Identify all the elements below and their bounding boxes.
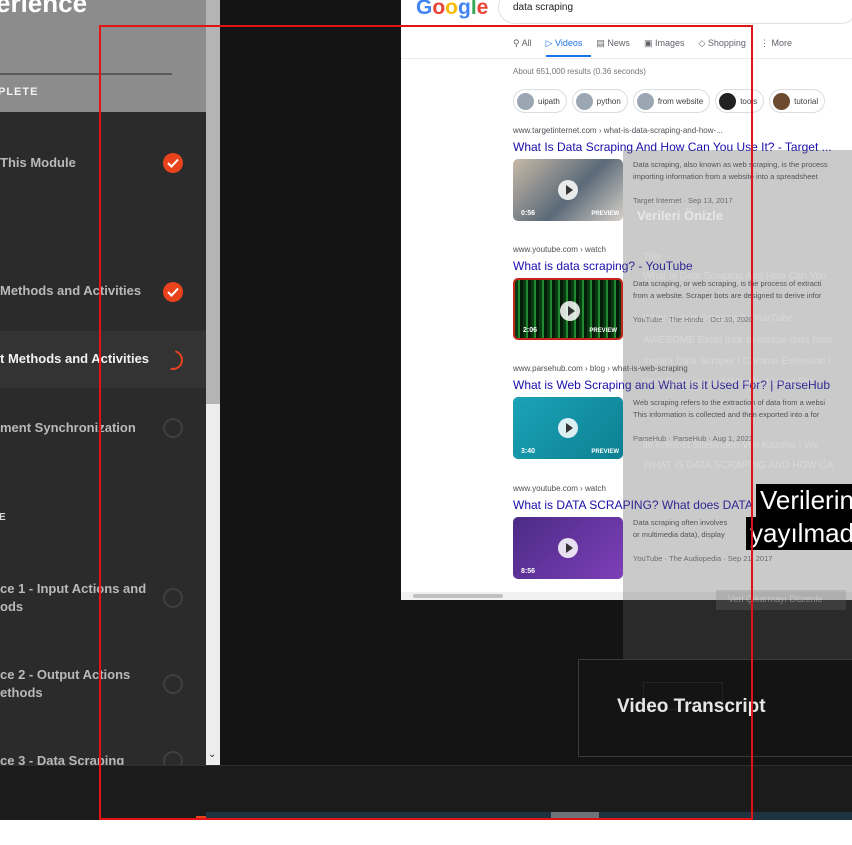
subtitle-line-1: Verilerin [756, 484, 852, 517]
lesson-label: This Module [0, 155, 76, 170]
tab-more: ⋮ More [759, 38, 792, 48]
search-query: data scraping [513, 2, 574, 13]
chip: tutorial [769, 89, 826, 113]
google-logo: Google [416, 0, 489, 19]
progress-label: PLETE [0, 86, 39, 98]
lesson-label-line2: ods [0, 599, 24, 614]
chip-thumbnail [773, 92, 791, 110]
course-title: erience [0, 0, 88, 18]
search-box: data scraping [498, 0, 852, 24]
subtitle-line-2: yayılmad [746, 517, 852, 550]
video-subtitle: Verilerin yayılmad [746, 484, 852, 550]
screen: erience PLETE This Module Methods and Ac… [0, 0, 852, 845]
selection-rectangle [99, 25, 753, 820]
section-label: E [0, 512, 7, 523]
lesson-label-line2: ethods [0, 685, 43, 700]
